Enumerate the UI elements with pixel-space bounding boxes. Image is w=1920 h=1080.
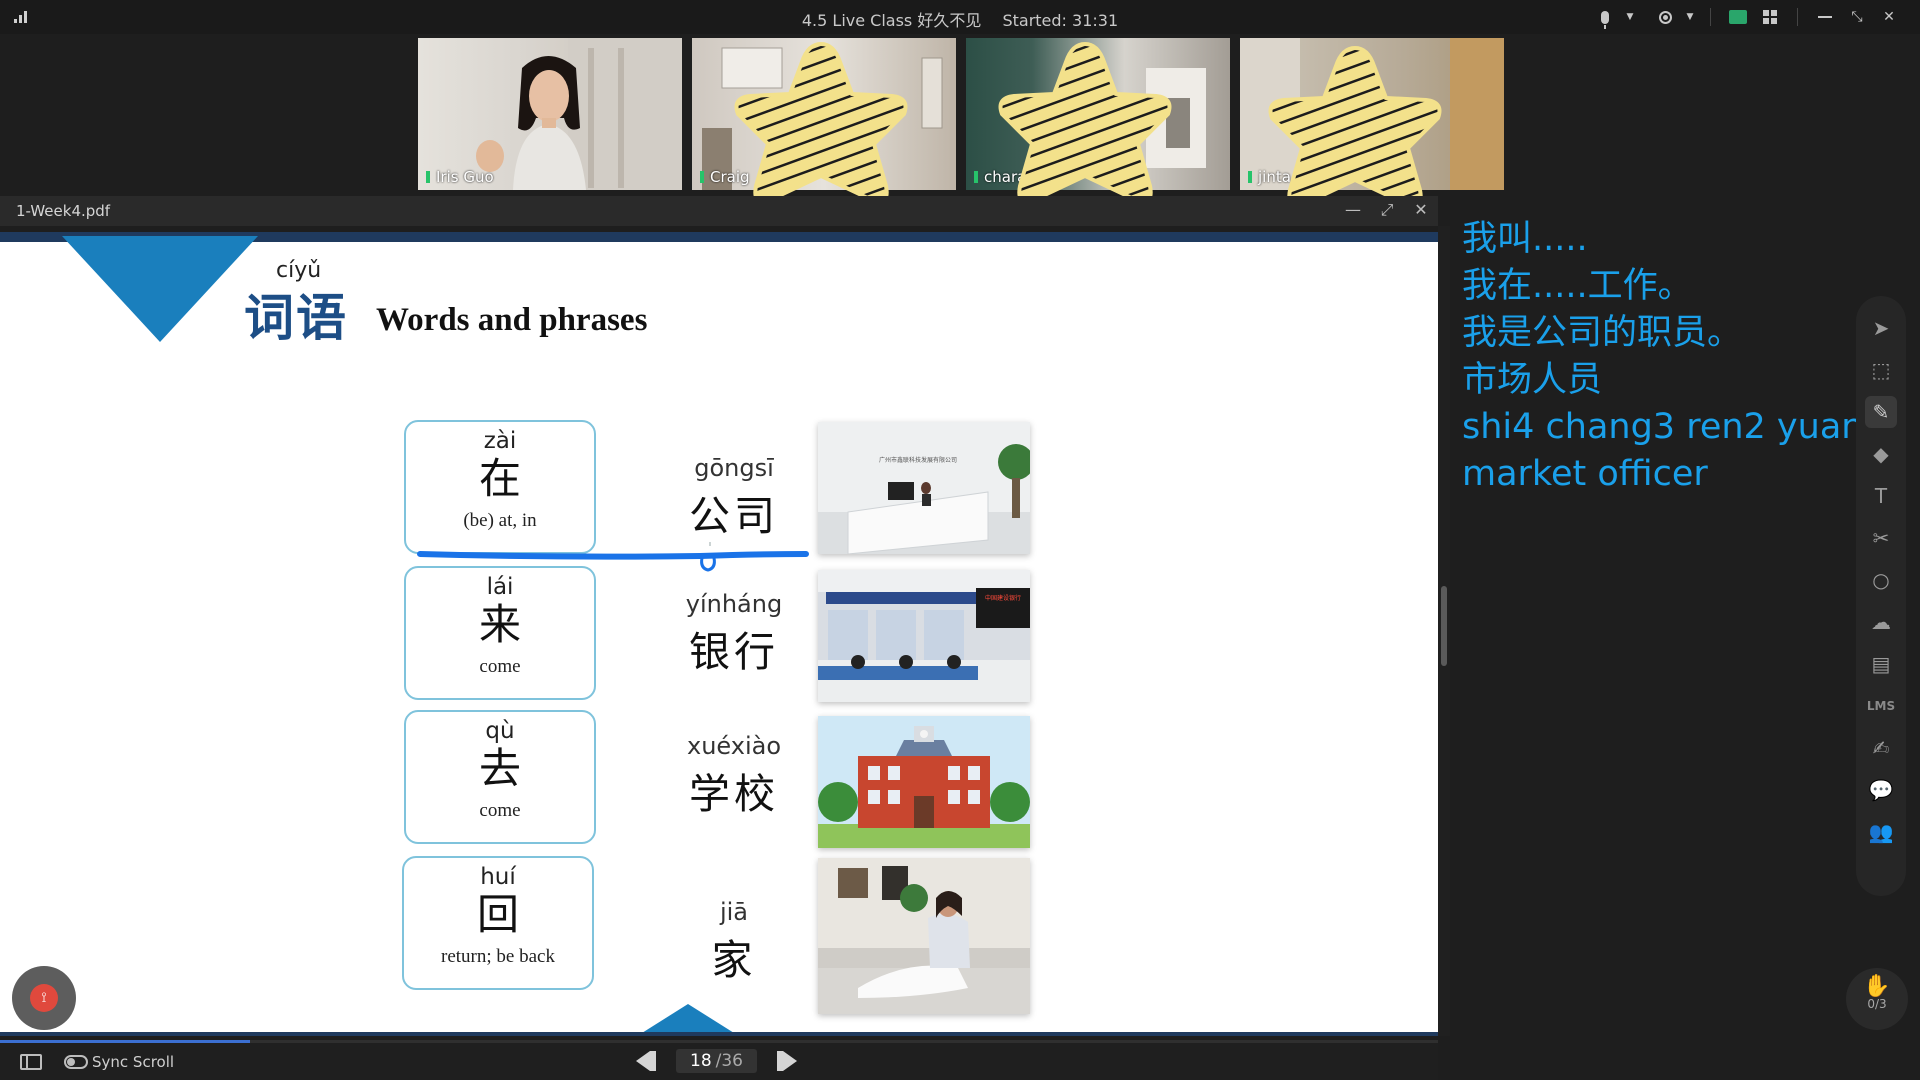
raise-hand-button[interactable]: ✋ 0/3: [1846, 968, 1908, 1030]
sync-scroll-label: Sync Scroll: [92, 1053, 175, 1071]
divider: [1710, 8, 1711, 26]
note-line: shi4 chang3 ren2 yuan3: [1462, 407, 1886, 447]
pager: 18 /36: [636, 1049, 797, 1073]
previous-page-icon[interactable]: [636, 1051, 656, 1071]
slide-bottom-rule: [0, 1032, 1438, 1036]
total-pages: /36: [715, 1051, 743, 1071]
shape-icon[interactable]: ○: [1865, 564, 1897, 596]
select-icon[interactable]: ⬚: [1865, 354, 1897, 386]
pen-icon[interactable]: ✎: [1865, 396, 1897, 428]
video-tile[interactable]: Iris Guo: [418, 38, 682, 190]
toolbox-icon[interactable]: ▤: [1865, 648, 1897, 680]
toggle-icon[interactable]: [64, 1055, 88, 1069]
camera-chevron-down-icon[interactable]: ▼: [1684, 5, 1696, 29]
mic-chevron-down-icon[interactable]: ▼: [1624, 5, 1636, 29]
annotation-toolbar: ➤ ⬚ ✎ ◆ T ✂ ○ ☁ ▤ LMS ✍ 💬 👥: [1856, 296, 1906, 896]
share-screen-icon[interactable]: [1725, 5, 1751, 29]
note-line: market officer: [1462, 454, 1708, 494]
sidebar-toggle-icon[interactable]: [20, 1054, 42, 1070]
microphone-icon[interactable]: [1592, 5, 1618, 29]
minimize-icon[interactable]: [1812, 5, 1838, 29]
restore-icon[interactable]: ⤡: [1844, 5, 1870, 29]
page-progress-bar: [0, 1040, 1438, 1043]
pdf-viewer-header: 1-Week4.pdf — ⤢ ✕: [0, 196, 1438, 226]
sync-scroll-toggle[interactable]: Sync Scroll: [64, 1053, 174, 1071]
highlighter-icon[interactable]: ◆: [1865, 438, 1897, 470]
divider: [1797, 8, 1798, 26]
participant-name: chara: [974, 168, 1026, 186]
annotation-ink: [417, 542, 809, 572]
camera-icon[interactable]: [1652, 5, 1678, 29]
minimize-icon[interactable]: —: [1344, 200, 1362, 220]
scissors-icon[interactable]: ✂: [1865, 522, 1897, 554]
close-icon[interactable]: ✕: [1876, 5, 1902, 29]
chat-icon[interactable]: 💬: [1865, 774, 1897, 806]
cloud-icon[interactable]: ☁: [1865, 606, 1897, 638]
page-scrollbar[interactable]: [1438, 226, 1450, 1036]
top-bar: 4.5 Live Class 好久不见 Started: 31:31 ▼ ▼ ⤡…: [0, 0, 1920, 34]
fullscreen-icon[interactable]: ⤢: [1378, 200, 1396, 220]
page-number-field[interactable]: 18 /36: [676, 1049, 757, 1073]
text-icon[interactable]: T: [1865, 480, 1897, 512]
class-started: Started: 31:31: [1002, 11, 1119, 30]
scrollbar-thumb[interactable]: [1441, 586, 1447, 666]
video-tile[interactable]: jinta: [1240, 38, 1504, 190]
lms-label: LMS: [1866, 699, 1896, 713]
video-tile[interactable]: Craig: [692, 38, 956, 190]
notes-panel: 我叫..... 我在.....工作。 我是公司的职员。 市场人员 shi4 ch…: [1450, 196, 1920, 1080]
pdf-button[interactable]: ⟟: [12, 966, 76, 1030]
participant-name: Iris Guo: [426, 168, 494, 186]
video-strip: Iris Guo Craig chara jinta: [418, 38, 1504, 190]
annotation-notes: 我叫..... 我在.....工作。 我是公司的职员。 市场人员 shi4 ch…: [1462, 216, 1886, 498]
pdf-file-name: 1-Week4.pdf: [16, 202, 111, 220]
participant-name: jinta: [1248, 168, 1291, 186]
edit-icon[interactable]: ✍: [1865, 732, 1897, 764]
participant-name: Craig: [700, 168, 750, 186]
lms-icon[interactable]: LMS: [1865, 690, 1897, 722]
note-line: 我在.....工作。: [1462, 266, 1693, 306]
note-line: 我叫.....: [1462, 219, 1588, 259]
note-line: 我是公司的职员。: [1462, 313, 1743, 353]
note-line: 市场人员: [1462, 360, 1603, 400]
class-name: 4.5 Live Class 好久不见: [801, 11, 982, 30]
video-tile[interactable]: chara: [966, 38, 1230, 190]
close-icon[interactable]: ✕: [1412, 200, 1430, 220]
current-page: 18: [690, 1051, 712, 1071]
pdf-page[interactable]: cíyǔ 词语 Words and phrases zài 在 (be) at,…: [0, 232, 1438, 1036]
grid-layout-icon[interactable]: [1757, 5, 1783, 29]
progress-fill: [0, 1040, 250, 1043]
next-page-icon[interactable]: [777, 1051, 797, 1071]
hand-icon: ✋: [1863, 974, 1891, 999]
viewer-bottom-bar: Sync Scroll 18 /36: [0, 1040, 1438, 1080]
hand-count: 0/3: [1867, 997, 1887, 1011]
members-icon[interactable]: 👥: [1865, 816, 1897, 848]
pointer-icon[interactable]: ➤: [1865, 312, 1897, 344]
pdf-icon: ⟟: [30, 984, 58, 1012]
